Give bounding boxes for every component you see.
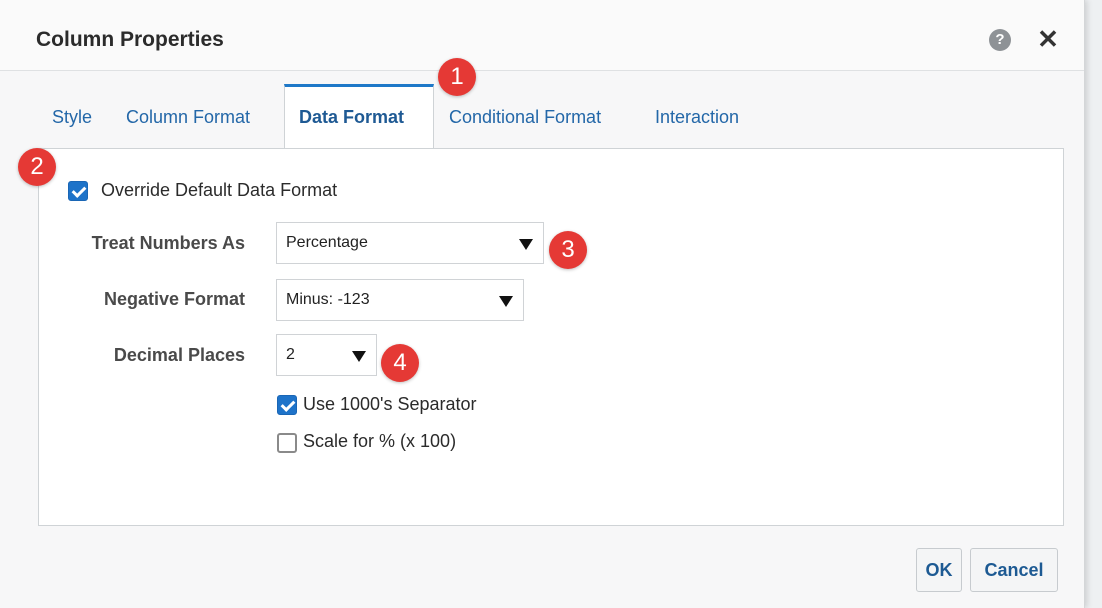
negative-format-value: Minus: -123 [286, 291, 370, 308]
dialog-titlebar: Column Properties ? ✕ [0, 0, 1084, 71]
dropdown-arrow-icon [519, 239, 533, 250]
column-properties-dialog: Column Properties ? ✕ Style Column Forma… [0, 0, 1085, 608]
ok-button[interactable]: OK [916, 548, 962, 592]
dropdown-arrow-icon [352, 351, 366, 362]
callout-marker-1: 1 [438, 58, 476, 96]
tab-style[interactable]: Style [52, 107, 92, 128]
dialog-title: Column Properties [36, 28, 224, 51]
data-format-panel [38, 148, 1064, 526]
callout-marker-2: 2 [18, 148, 56, 186]
help-icon[interactable]: ? [989, 29, 1011, 51]
dropdown-arrow-icon [499, 296, 513, 307]
use-separator-checkbox[interactable] [277, 395, 297, 415]
cancel-button[interactable]: Cancel [970, 548, 1058, 592]
tab-data-format[interactable]: Data Format [299, 107, 404, 128]
treat-numbers-as-select[interactable]: Percentage [276, 222, 544, 264]
decimal-places-select[interactable]: 2 [276, 334, 377, 376]
scale-percent-checkbox[interactable] [277, 433, 297, 453]
use-separator-label: Use 1000's Separator [303, 394, 477, 414]
override-default-checkbox[interactable] [68, 181, 88, 201]
decimal-places-value: 2 [286, 346, 295, 363]
negative-format-select[interactable]: Minus: -123 [276, 279, 524, 321]
negative-format-label: Negative Format [103, 289, 245, 309]
override-default-label: Override Default Data Format [101, 180, 338, 200]
callout-marker-3: 3 [549, 231, 587, 269]
tab-column-format[interactable]: Column Format [126, 107, 250, 128]
decimal-places-label: Decimal Places [113, 345, 245, 365]
scale-percent-label: Scale for % (x 100) [303, 431, 457, 451]
tab-conditional-format[interactable]: Conditional Format [449, 107, 601, 128]
treat-numbers-as-value: Percentage [286, 234, 368, 251]
tab-interaction[interactable]: Interaction [655, 107, 739, 128]
callout-marker-4: 4 [381, 344, 419, 382]
treat-numbers-as-label: Treat Numbers As [91, 233, 245, 253]
close-icon[interactable]: ✕ [1036, 24, 1060, 54]
